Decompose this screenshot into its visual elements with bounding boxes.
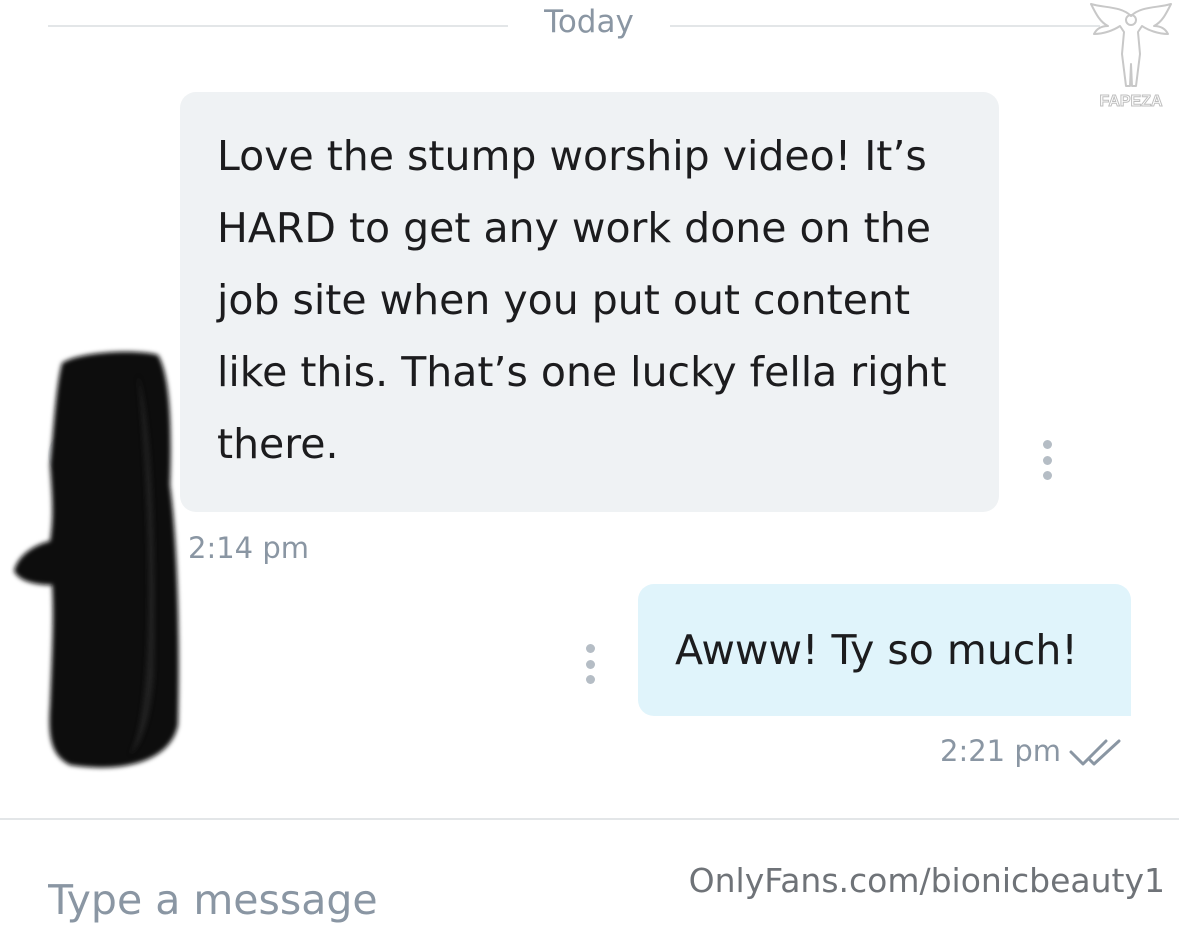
incoming-message-line: HARD to get any work done on the xyxy=(217,204,931,252)
double-check-icon xyxy=(1069,739,1121,766)
url-watermark: OnlyFans.com/bionicbeauty1 xyxy=(688,861,1165,900)
incoming-message-line: there. xyxy=(217,420,339,468)
incoming-message-time: 2:14 pm xyxy=(188,531,309,565)
composer-divider xyxy=(0,818,1179,820)
incoming-message-line: job site when you put out content xyxy=(217,276,911,324)
fapeza-logo-text: FAPEZA xyxy=(1099,93,1163,110)
day-separator-line-right xyxy=(670,25,1100,27)
day-separator-line-left xyxy=(48,25,508,27)
fapeza-logo-watermark: FAPEZA xyxy=(1090,3,1172,111)
message-input[interactable] xyxy=(48,870,608,930)
outgoing-message-more-vertical-icon[interactable] xyxy=(583,644,597,684)
day-separator-label: Today xyxy=(544,4,634,40)
incoming-message-line: Love the stump worship video! It’s xyxy=(217,132,927,180)
day-separator: Today xyxy=(0,0,1179,50)
outgoing-message-text: Awww! Ty so much! xyxy=(675,626,1078,674)
outgoing-message-bubble[interactable]: Awww! Ty so much! xyxy=(638,584,1131,716)
incoming-message-more-vertical-icon[interactable] xyxy=(1040,440,1054,480)
avatar-redaction xyxy=(14,351,179,768)
incoming-message-bubble[interactable]: Love the stump worship video! It’s HARD … xyxy=(180,92,999,512)
incoming-message-line: like this. That’s one lucky fella right xyxy=(217,348,947,396)
outgoing-message-time: 2:21 pm xyxy=(940,734,1061,768)
